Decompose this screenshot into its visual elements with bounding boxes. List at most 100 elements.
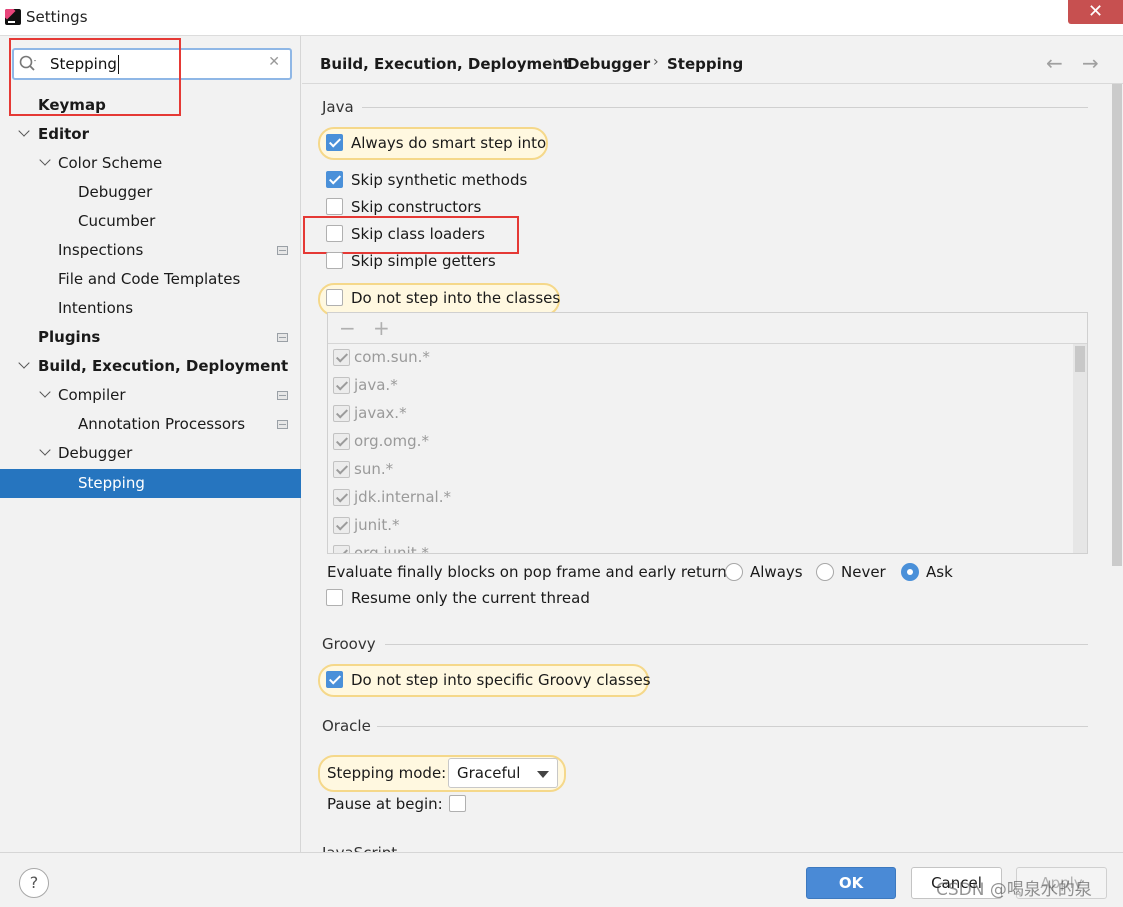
list-item[interactable]: org.omg.* [328,428,1073,456]
add-icon[interactable]: + [373,316,390,340]
class-checkbox[interactable] [333,489,350,506]
forward-arrow-icon[interactable]: → [1082,51,1099,75]
class-checkbox[interactable] [333,433,350,450]
sidebar-item-keymap[interactable]: Keymap [38,91,106,120]
list-item[interactable]: junit.* [328,512,1073,540]
sidebar-item-file-code-templates[interactable]: File and Code Templates [58,265,240,294]
remove-icon[interactable]: − [339,316,356,340]
list-item[interactable]: sun.* [328,456,1073,484]
list-item[interactable]: org.junit.* [328,540,1073,553]
class-pattern: jdk.internal.* [354,488,451,506]
always-smart-step-checkbox[interactable] [326,134,343,151]
list-item[interactable]: com.sun.* [328,344,1073,372]
skip-constructors-label: Skip constructors [351,198,482,216]
breadcrumb-separator: › [653,54,659,70]
content-scrollbar-thumb[interactable] [1112,84,1122,566]
excluded-classes-list[interactable]: − + com.sun.* java.* javax.* org.omg.* s… [327,312,1088,554]
class-pattern: java.* [354,376,398,394]
sidebar-item-annotation-processors[interactable]: Annotation Processors [78,410,245,439]
radio-never[interactable] [816,563,834,581]
do-not-step-groovy-label: Do not step into specific Groovy classes [351,671,651,689]
radio-ask-label: Ask [926,563,953,581]
resume-thread-checkbox[interactable] [326,589,343,606]
radio-ask[interactable] [901,563,919,581]
window-title: Settings [26,8,88,26]
sidebar-item-debugger-colors[interactable]: Debugger [78,178,152,207]
skip-class-loaders-checkbox[interactable] [326,225,343,242]
text-cursor [118,55,119,74]
clear-search-icon[interactable]: ✕ [268,54,280,70]
project-settings-icon [277,391,288,400]
list-scrollbar[interactable] [1073,344,1087,553]
sidebar-item-label: Inspections [58,241,144,259]
intellij-app-icon [5,9,21,25]
sidebar-item-label: Compiler [58,386,126,404]
sidebar-item-cucumber[interactable]: Cucumber [78,207,155,236]
resume-thread-label: Resume only the current thread [351,589,590,607]
class-checkbox[interactable] [333,461,350,478]
skip-synthetic-checkbox[interactable] [326,171,343,188]
sidebar-item-label: Color Scheme [58,154,163,172]
sidebar-item-debugger[interactable]: Debugger [58,439,132,468]
sidebar-item-color-scheme[interactable]: Color Scheme [58,149,162,178]
sidebar-item-label: Annotation Processors [78,415,246,433]
ok-button[interactable]: OK [806,867,896,899]
sidebar-item-label: Cucumber [78,212,156,230]
class-checkbox[interactable] [333,349,350,366]
chevron-down-icon [537,771,549,778]
breadcrumb-item: Debugger [567,55,651,73]
class-checkbox[interactable] [333,545,350,553]
list-scrollbar-thumb[interactable] [1075,346,1085,372]
javascript-section-clip: JavaScript [322,840,522,852]
radio-always[interactable] [725,563,743,581]
sidebar-item-editor[interactable]: Editor [38,120,89,149]
radio-never-label: Never [841,563,886,581]
class-pattern: sun.* [354,460,394,478]
sidebar-item-build-execution-deployment[interactable]: Build, Execution, Deployment [38,352,288,381]
stepping-mode-label: Stepping mode: [327,764,447,782]
do-not-step-classes-checkbox[interactable] [326,289,343,306]
list-item[interactable]: java.* [328,372,1073,400]
sidebar-item-stepping-selected[interactable] [0,469,301,498]
csdn-watermark: CSDN @喝泉水的泉 [936,880,1092,900]
help-button[interactable]: ? [19,868,49,898]
section-title-oracle: Oracle [322,717,371,735]
skip-class-loaders-label: Skip class loaders [351,225,485,243]
do-not-step-classes-label: Do not step into the classes [351,289,561,307]
skip-simple-getters-checkbox[interactable] [326,252,343,269]
class-pattern: org.junit.* [354,544,429,553]
sidebar-item-inspections[interactable]: Inspections [58,236,143,265]
sidebar-item-plugins[interactable]: Plugins [38,323,100,352]
search-icon [19,55,36,71]
search-input[interactable]: Stepping [50,55,117,73]
pause-at-begin-checkbox[interactable] [449,795,466,812]
dialog-footer: ? OK Cancel Apply CSDN @喝泉水的泉 [0,852,1123,907]
breadcrumb-item: Stepping [667,55,744,73]
back-arrow-icon[interactable]: ← [1046,51,1063,75]
content-scrollbar[interactable] [1111,84,1123,852]
do-not-step-groovy-checkbox[interactable] [326,671,343,688]
sidebar-item-compiler[interactable]: Compiler [58,381,126,410]
class-checkbox[interactable] [333,377,350,394]
radio-always-label: Always [750,563,803,581]
section-title-groovy: Groovy [322,635,376,653]
sidebar-item-label: File and Code Templates [58,270,241,288]
skip-constructors-checkbox[interactable] [326,198,343,215]
class-pattern: com.sun.* [354,348,430,366]
stepping-mode-select[interactable]: Graceful [448,758,558,788]
project-settings-icon [277,420,288,429]
breadcrumb: Build, Execution, Deployment › Debugger … [302,37,1123,84]
class-checkbox[interactable] [333,517,350,534]
list-item[interactable]: jdk.internal.* [328,484,1073,512]
sidebar-item-intentions[interactable]: Intentions [58,294,133,323]
breadcrumb-item: Build, Execution, Deployment [320,55,571,73]
settings-search-box[interactable]: Stepping ✕ [12,48,292,80]
class-pattern: org.omg.* [354,432,429,450]
list-item[interactable]: javax.* [328,400,1073,428]
skip-synthetic-label: Skip synthetic methods [351,171,528,189]
close-button[interactable]: ✕ [1068,0,1123,24]
breadcrumb-separator: › [552,54,558,70]
class-pattern: javax.* [354,404,407,422]
sidebar-item-stepping[interactable]: Stepping [78,469,145,498]
class-checkbox[interactable] [333,405,350,422]
